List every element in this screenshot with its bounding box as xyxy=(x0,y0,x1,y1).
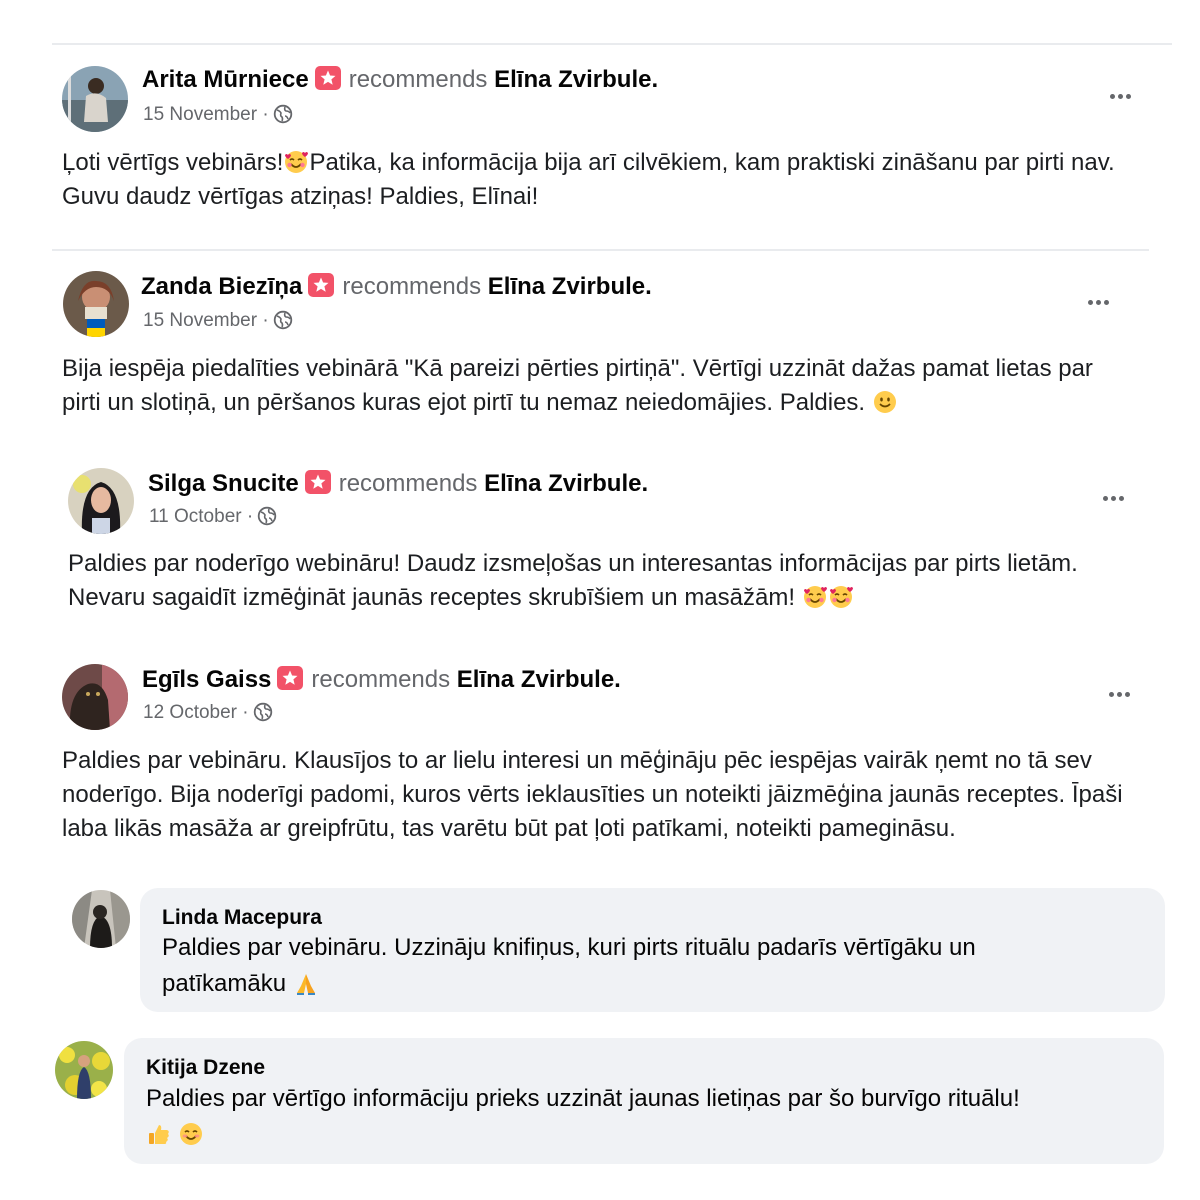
post-text-part: Bija iespēja piedalīties vebinārā "Kā pa… xyxy=(62,355,1093,416)
globe-icon xyxy=(273,310,293,330)
top-divider xyxy=(52,43,1172,45)
author-name[interactable]: Silga Snucite xyxy=(148,470,299,497)
page-name-link[interactable]: Elīna Zvirbule. xyxy=(488,273,652,300)
smiling-face-with-hearts-icon xyxy=(802,584,828,610)
recommends-label: recommends xyxy=(311,666,451,693)
post-date[interactable]: 11 October xyxy=(149,506,242,527)
recommends-label: recommends xyxy=(348,66,488,93)
slightly-smiling-face-icon xyxy=(872,389,898,415)
avatar[interactable] xyxy=(62,664,128,730)
comment-author[interactable]: Kitija Dzene xyxy=(146,1056,265,1080)
page-name-link[interactable]: Elīna Zvirbule. xyxy=(494,66,658,93)
post-text: Bija iespēja piedalīties vebinārā "Kā pa… xyxy=(62,352,1132,420)
globe-icon xyxy=(257,506,277,526)
post-text: Paldies par noderīgo webināru! Daudz izs… xyxy=(68,547,1128,615)
post-date[interactable]: 15 November xyxy=(143,104,257,125)
smiling-face-with-hearts-icon xyxy=(283,149,309,175)
comment-author[interactable]: Linda Macepura xyxy=(162,906,322,930)
meta-separator: · xyxy=(246,506,254,527)
recommends-label: recommends xyxy=(338,470,478,497)
avatar[interactable] xyxy=(63,271,129,337)
recommends-label: recommends xyxy=(342,273,482,300)
comment-avatar[interactable] xyxy=(55,1041,113,1099)
meta-separator: · xyxy=(262,310,269,331)
post-divider xyxy=(52,249,1149,251)
more-options-button[interactable] xyxy=(1100,82,1140,110)
author-name[interactable]: Egīls Gaiss xyxy=(142,666,271,693)
more-options-button[interactable] xyxy=(1078,288,1118,316)
recommend-icon xyxy=(308,273,335,297)
recommend-icon xyxy=(277,666,304,690)
post-text-part: Ļoti vērtīgs vebinārs! xyxy=(62,149,284,176)
comment-text-part: Paldies par vebināru. Uzzināju knifiņus,… xyxy=(162,934,976,997)
post-date[interactable]: 12 October xyxy=(143,702,237,723)
meta-separator: · xyxy=(242,702,249,723)
recommend-icon xyxy=(304,470,331,494)
more-options-button[interactable] xyxy=(1099,680,1139,708)
comment-text: Paldies par vērtīgo informāciju prieks u… xyxy=(146,1081,1151,1153)
post-text: Ļoti vērtīgs vebinārs! Patika, ka informā… xyxy=(62,146,1132,214)
recommend-icon xyxy=(314,66,341,90)
smiling-face-with-hearts-icon xyxy=(828,584,854,610)
thumbs-up-icon xyxy=(146,1121,172,1147)
post-date[interactable]: 15 November xyxy=(143,310,257,331)
smiling-face-icon xyxy=(178,1121,204,1147)
comment-text-part: Paldies par vērtīgo informāciju prieks u… xyxy=(146,1085,1020,1112)
comment-text: Paldies par vebināru. Uzzināju knifiņus,… xyxy=(162,930,1092,1002)
folded-hands-icon xyxy=(293,970,319,996)
page-name-link[interactable]: Elīna Zvirbule. xyxy=(484,470,648,497)
globe-icon xyxy=(273,104,293,124)
page-name-link[interactable]: Elīna Zvirbule. xyxy=(457,666,621,693)
avatar[interactable] xyxy=(62,66,128,132)
post-text-part: Paldies par noderīgo webināru! Daudz izs… xyxy=(68,550,1078,611)
meta-separator: · xyxy=(262,104,269,125)
comment-bubble: Linda Macepura Paldies par vebināru. Uzz… xyxy=(140,888,1165,1012)
post-text-part: Paldies par vebināru. Klausījos to ar li… xyxy=(62,747,1123,842)
author-name[interactable]: Zanda Biezīņa xyxy=(141,273,302,300)
comment-avatar[interactable] xyxy=(72,890,130,948)
avatar[interactable] xyxy=(68,468,134,534)
globe-icon xyxy=(253,702,273,722)
more-options-button[interactable] xyxy=(1093,484,1133,512)
comment-bubble: Kitija Dzene Paldies par vērtīgo informā… xyxy=(124,1038,1164,1164)
author-name[interactable]: Arita Mūrniece xyxy=(142,66,309,93)
post-text: Paldies par vebināru. Klausījos to ar li… xyxy=(62,744,1137,846)
